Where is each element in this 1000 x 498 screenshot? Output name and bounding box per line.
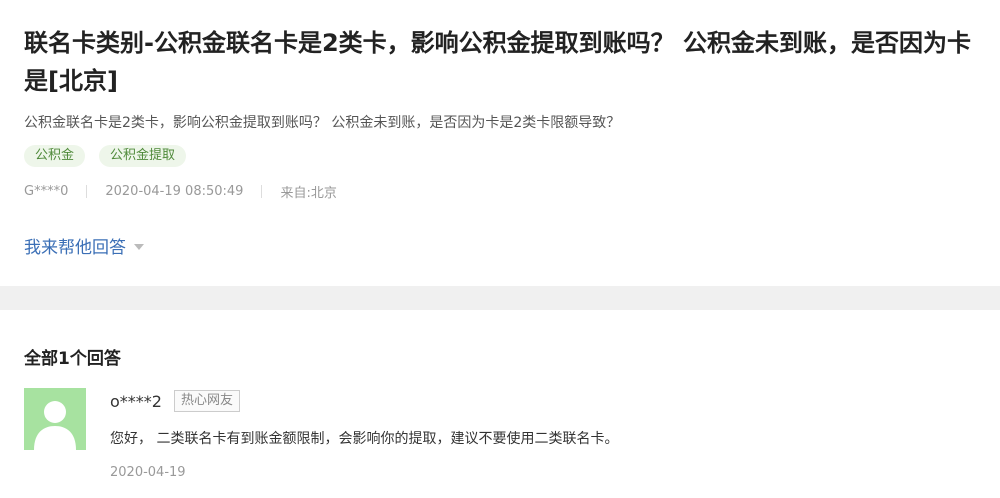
answerer-username[interactable]: o****2 [110, 392, 162, 411]
answers-heading: 全部1个回答 [24, 349, 121, 369]
question-meta: G****0 2020-04-19 08:50:49 来自:北京 [24, 182, 337, 201]
tag-gongjijin[interactable]: 公积金 [24, 145, 86, 167]
tag-gongjijin-tiqu[interactable]: 公积金提取 [99, 145, 187, 167]
answer-help-label: 我来帮他回答 [24, 238, 126, 258]
answers-section: 全部1个回答 o****2 热心网友 您好， 二类联名卡有到账金额限制，会影响你… [0, 310, 1000, 498]
meta-separator [261, 185, 263, 198]
tag-list: 公积金 公积金提取 [24, 145, 187, 167]
question-section: 联名卡类别-公积金联名卡是2类卡，影响公积金提取到账吗？ 公积金未到账，是否因为… [0, 0, 1000, 286]
answer-date: 2020-04-19 [110, 465, 186, 480]
user-badge: 热心网友 [173, 390, 240, 412]
caret-down-icon [134, 243, 144, 250]
avatar-silhouette [24, 388, 86, 450]
question-title: 联名卡类别-公积金联名卡是2类卡，影响公积金提取到账吗？ 公积金未到账，是否因为… [24, 29, 972, 95]
answer-user-row: o****2 热心网友 [110, 390, 240, 412]
question-datetime: 2020-04-19 08:50:49 [105, 184, 244, 199]
page: 联名卡类别-公积金联名卡是2类卡，影响公积金提取到账吗？ 公积金未到账，是否因为… [0, 0, 1000, 498]
default-user-avatar-icon[interactable] [24, 388, 86, 450]
section-divider [0, 286, 1000, 310]
question-description: 公积金联名卡是2类卡，影响公积金提取到账吗？ 公积金未到账，是否因为卡是2类卡限… [24, 115, 621, 131]
asker-username: G****0 [24, 184, 69, 199]
question-location: 来自:北京 [280, 186, 337, 201]
answer-text: 您好， 二类联名卡有到账金额限制，会影响你的提取，建议不要使用二类联名卡。 [110, 431, 619, 447]
answer-help-link[interactable]: 我来帮他回答 [24, 233, 144, 258]
meta-separator [86, 185, 88, 198]
